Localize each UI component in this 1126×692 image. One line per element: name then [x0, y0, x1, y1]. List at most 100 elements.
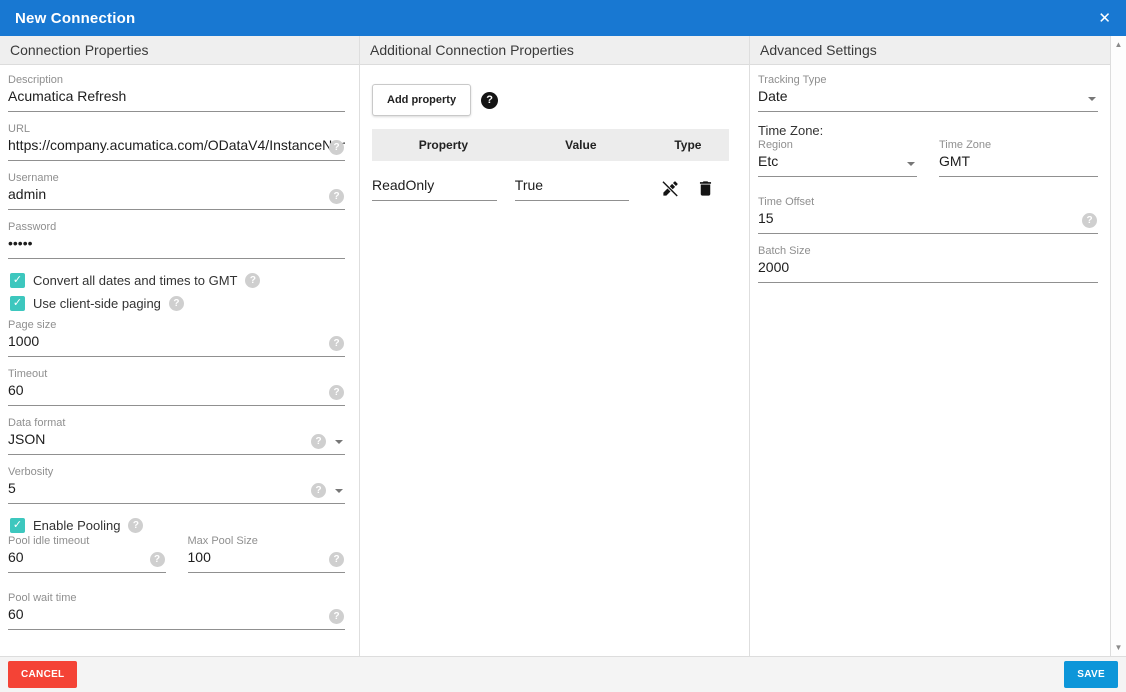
advanced-settings-panel: Advanced Settings Tracking Type Time Zon…	[750, 36, 1110, 656]
time-zone-row: Region Time Zone	[758, 139, 1098, 188]
close-icon[interactable]: ✕	[1098, 11, 1111, 26]
table-row	[372, 177, 729, 201]
verbosity-label: Verbosity	[8, 466, 345, 478]
data-format-caret-icon[interactable]	[335, 440, 343, 444]
property-name-input[interactable]	[372, 177, 497, 193]
type-column-header: Type	[647, 138, 729, 152]
pool-wait-time-help-icon[interactable]: ?	[329, 609, 344, 624]
verbosity-select[interactable]	[8, 480, 345, 496]
client-paging-help-icon[interactable]: ?	[169, 296, 184, 311]
dialog-body: Connection Properties Description URL ? …	[0, 36, 1126, 656]
enable-pooling-checkbox-row: ✓ Enable Pooling ?	[10, 518, 345, 533]
pool-settings-row: Pool idle timeout ? Max Pool Size ?	[8, 535, 345, 584]
time-zone-field: Time Zone	[939, 139, 1098, 177]
advanced-settings-header: Advanced Settings	[750, 36, 1110, 65]
pool-idle-timeout-help-icon[interactable]: ?	[150, 552, 165, 567]
time-offset-field: Time Offset ?	[758, 196, 1098, 234]
max-pool-size-field: Max Pool Size ?	[188, 535, 346, 573]
property-column-header: Property	[372, 138, 515, 152]
add-property-button[interactable]: Add property	[372, 84, 471, 116]
dialog-footer: CANCEL SAVE	[0, 656, 1126, 692]
batch-size-input[interactable]	[758, 259, 1098, 275]
cancel-button[interactable]: CANCEL	[8, 661, 77, 688]
page-size-help-icon[interactable]: ?	[329, 336, 344, 351]
scroll-down-icon[interactable]: ▼	[1115, 643, 1123, 652]
scroll-up-icon[interactable]: ▲	[1115, 40, 1123, 49]
username-input[interactable]	[8, 186, 345, 202]
convert-gmt-label: Convert all dates and times to GMT	[33, 273, 237, 288]
region-select[interactable]	[758, 153, 917, 169]
time-zone-label: Time Zone	[939, 139, 1098, 151]
time-offset-label: Time Offset	[758, 196, 1098, 208]
data-format-select[interactable]	[8, 431, 345, 447]
max-pool-size-input[interactable]	[188, 549, 346, 565]
properties-table: Property Value Type	[372, 129, 729, 201]
tracking-type-label: Tracking Type	[758, 74, 1098, 86]
page-size-input[interactable]	[8, 333, 345, 349]
row-actions	[647, 179, 729, 201]
password-field: Password	[8, 221, 345, 259]
pool-wait-time-input[interactable]	[8, 606, 345, 622]
batch-size-label: Batch Size	[758, 245, 1098, 257]
property-value-input[interactable]	[515, 177, 629, 193]
convert-gmt-checkbox[interactable]: ✓	[10, 273, 25, 288]
tracking-type-caret-icon[interactable]	[1088, 97, 1096, 101]
username-help-icon[interactable]: ?	[329, 189, 344, 204]
url-input[interactable]	[8, 137, 345, 153]
page-size-field: Page size ?	[8, 319, 345, 357]
dialog-titlebar: New Connection ✕	[0, 0, 1126, 36]
pool-idle-timeout-label: Pool idle timeout	[8, 535, 166, 547]
time-offset-help-icon[interactable]: ?	[1082, 213, 1097, 228]
region-field: Region	[758, 139, 917, 177]
page-size-label: Page size	[8, 319, 345, 331]
enable-pooling-label: Enable Pooling	[33, 518, 120, 533]
verbosity-help-icon[interactable]: ?	[311, 483, 326, 498]
dialog-title: New Connection	[15, 10, 135, 27]
value-column-header: Value	[515, 138, 647, 152]
pool-idle-timeout-field: Pool idle timeout ?	[8, 535, 166, 573]
password-input[interactable]	[8, 235, 345, 251]
value-cell	[515, 177, 647, 201]
add-property-row: Add property ?	[372, 84, 735, 116]
timeout-input[interactable]	[8, 382, 345, 398]
enable-pooling-checkbox[interactable]: ✓	[10, 518, 25, 533]
save-button[interactable]: SAVE	[1064, 661, 1118, 688]
description-input[interactable]	[8, 88, 345, 104]
batch-size-field: Batch Size	[758, 245, 1098, 283]
enable-pooling-help-icon[interactable]: ?	[128, 518, 143, 533]
property-cell	[372, 177, 515, 201]
additional-properties-header: Additional Connection Properties	[360, 36, 749, 65]
max-pool-size-label: Max Pool Size	[188, 535, 346, 547]
additional-properties-panel: Additional Connection Properties Add pro…	[360, 36, 750, 656]
time-offset-input[interactable]	[758, 210, 1098, 226]
tracking-type-field: Tracking Type	[758, 74, 1098, 112]
properties-table-header: Property Value Type	[372, 129, 729, 161]
tracking-type-select[interactable]	[758, 88, 1098, 104]
data-format-field: Data format ?	[8, 417, 345, 455]
url-help-icon[interactable]: ?	[329, 140, 344, 155]
region-caret-icon[interactable]	[907, 162, 915, 166]
description-label: Description	[8, 74, 345, 86]
pool-idle-timeout-input[interactable]	[8, 549, 166, 565]
delete-icon[interactable]	[696, 179, 715, 198]
username-field: Username ?	[8, 172, 345, 210]
convert-gmt-help-icon[interactable]: ?	[245, 273, 260, 288]
vertical-scrollbar[interactable]: ▲ ▼	[1110, 36, 1126, 656]
max-pool-size-help-icon[interactable]: ?	[329, 552, 344, 567]
data-format-help-icon[interactable]: ?	[311, 434, 326, 449]
time-zone-input[interactable]	[939, 153, 1098, 169]
edit-off-icon[interactable]	[661, 179, 680, 198]
client-paging-checkbox-row: ✓ Use client-side paging ?	[10, 296, 345, 311]
password-label: Password	[8, 221, 345, 233]
timeout-label: Timeout	[8, 368, 345, 380]
connection-properties-panel: Connection Properties Description URL ? …	[0, 36, 360, 656]
add-property-help-icon[interactable]: ?	[481, 92, 498, 109]
verbosity-caret-icon[interactable]	[335, 489, 343, 493]
pool-wait-time-label: Pool wait time	[8, 592, 345, 604]
username-label: Username	[8, 172, 345, 184]
description-field: Description	[8, 74, 345, 112]
verbosity-field: Verbosity ?	[8, 466, 345, 504]
client-paging-checkbox[interactable]: ✓	[10, 296, 25, 311]
timeout-help-icon[interactable]: ?	[329, 385, 344, 400]
convert-gmt-checkbox-row: ✓ Convert all dates and times to GMT ?	[10, 273, 345, 288]
